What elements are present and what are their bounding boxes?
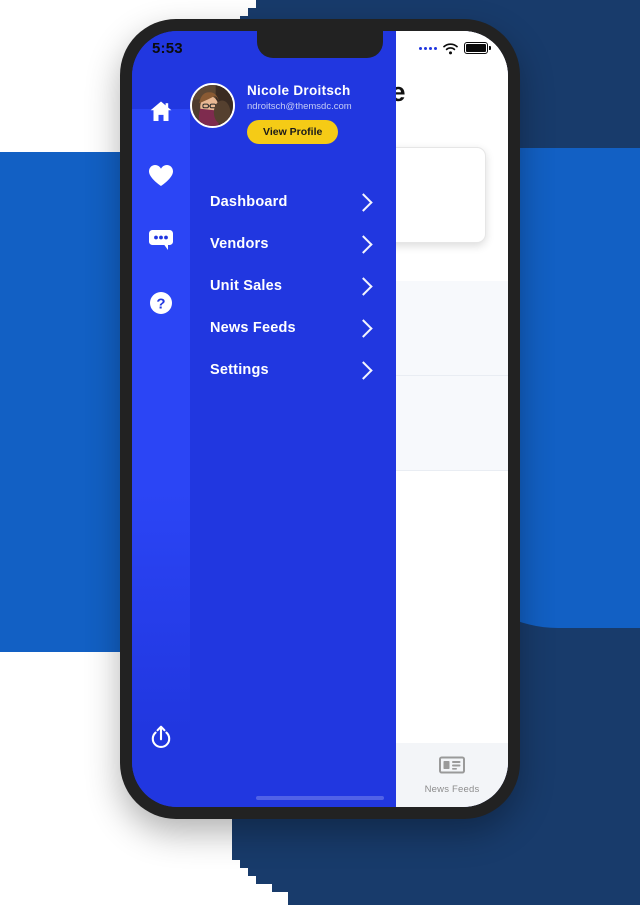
profile-name: Nicole Droitsch bbox=[247, 83, 351, 98]
menu-item-news-feeds[interactable]: News Feeds bbox=[190, 307, 396, 349]
bottom-tab-bar: News Feeds bbox=[396, 743, 508, 807]
home-icon bbox=[149, 100, 173, 123]
menu-item-vendors[interactable]: Vendors bbox=[190, 223, 396, 265]
chevron-right-icon bbox=[354, 234, 373, 254]
rail-item-home[interactable] bbox=[132, 89, 190, 133]
power-icon bbox=[149, 725, 173, 750]
content-list-item[interactable]: Vendors bbox=[396, 281, 508, 376]
heart-icon bbox=[148, 164, 174, 187]
menu-item-label: Dashboard bbox=[210, 194, 288, 210]
background-step bbox=[232, 892, 288, 905]
menu-item-dashboard[interactable]: Dashboard bbox=[190, 181, 396, 223]
phone-screen: Welcome The personalized Biz Connect Rec… bbox=[132, 31, 508, 807]
rail-item-logout[interactable] bbox=[132, 715, 190, 759]
content-list-item[interactable]: News Feeds bbox=[396, 376, 508, 471]
newspaper-icon bbox=[439, 755, 465, 780]
content-filler bbox=[396, 471, 508, 591]
chevron-right-icon bbox=[354, 318, 373, 338]
chevron-right-icon bbox=[354, 276, 373, 296]
menu-item-label: Unit Sales bbox=[210, 278, 283, 294]
chat-bubble-icon bbox=[148, 228, 174, 251]
drawer-menu: Dashboard Vendors Unit Sales News Feeds … bbox=[190, 181, 396, 391]
profile-email: ndroitsch@themsdc.com bbox=[247, 101, 352, 112]
avatar[interactable] bbox=[190, 83, 235, 128]
rail-item-messages[interactable] bbox=[132, 217, 190, 261]
content-panel: Welcome The personalized Biz Connect Rec… bbox=[396, 31, 508, 807]
background-step bbox=[232, 876, 256, 884]
menu-item-label: News Feeds bbox=[210, 320, 296, 336]
background-step bbox=[232, 860, 240, 868]
user-avatar-photo bbox=[192, 85, 233, 126]
rail-item-favorites[interactable] bbox=[132, 153, 190, 197]
home-indicator bbox=[256, 796, 384, 800]
status-bar-white-backdrop bbox=[420, 31, 508, 67]
icon-rail-inner: ? bbox=[132, 31, 190, 807]
content-title: Welcome bbox=[396, 77, 406, 107]
content-card-wrapper: Biz Connect bbox=[396, 129, 508, 243]
menu-item-unit-sales[interactable]: Unit Sales bbox=[190, 265, 396, 307]
content-panel-inner: Welcome The personalized Biz Connect Rec… bbox=[396, 31, 508, 807]
phone-notch bbox=[257, 31, 383, 58]
tab-news-feeds-label: News Feeds bbox=[424, 784, 480, 795]
background-step bbox=[232, 8, 248, 16]
rail-item-help[interactable]: ? bbox=[132, 281, 190, 325]
menu-item-settings[interactable]: Settings bbox=[190, 349, 396, 391]
background-step bbox=[232, 884, 272, 892]
question-circle-icon: ? bbox=[149, 291, 173, 315]
navigation-drawer: ? Nicole Droitsch ndroitsch@themsdc.com … bbox=[132, 31, 396, 807]
chevron-right-icon bbox=[354, 192, 373, 212]
biz-connect-card[interactable]: Biz Connect bbox=[396, 147, 486, 243]
view-profile-button[interactable]: View Profile bbox=[247, 120, 339, 144]
menu-item-label: Settings bbox=[210, 362, 269, 378]
tab-news-feeds[interactable]: News Feeds bbox=[404, 755, 500, 795]
background-step bbox=[232, 868, 248, 876]
drawer-profile-header: Nicole Droitsch ndroitsch@themsdc.com Vi… bbox=[190, 83, 396, 144]
drawer-profile-text: Nicole Droitsch ndroitsch@themsdc.com Vi… bbox=[247, 83, 352, 144]
icon-rail: ? bbox=[132, 31, 190, 807]
recommended-label: Recommended bbox=[396, 243, 508, 281]
chevron-right-icon bbox=[354, 360, 373, 380]
phone-mockup: Welcome The personalized Biz Connect Rec… bbox=[120, 19, 520, 819]
background-blue-curve-fill bbox=[500, 148, 640, 508]
background-step bbox=[232, 0, 256, 8]
menu-item-label: Vendors bbox=[210, 236, 269, 252]
biz-connect-card-title: Biz Connect bbox=[396, 159, 471, 173]
svg-text:?: ? bbox=[156, 295, 165, 312]
content-subtitle: The personalized bbox=[396, 117, 508, 129]
